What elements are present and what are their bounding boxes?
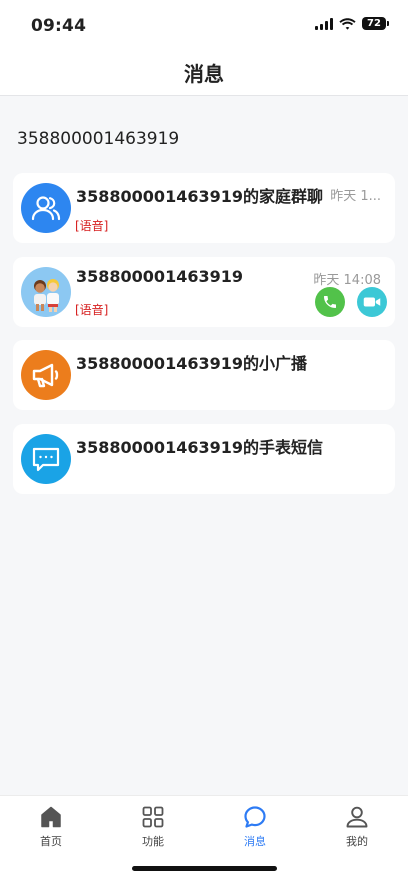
tab-label: 功能	[142, 835, 164, 848]
tab-functions[interactable]: 功能	[123, 804, 183, 849]
conversation-title: 358800001463919	[76, 267, 243, 286]
megaphone-icon	[21, 350, 71, 400]
home-indicator[interactable]	[132, 866, 277, 871]
message-icon	[244, 806, 266, 828]
conversation-title: 358800001463919的手表短信	[76, 438, 323, 457]
battery-indicator: 72	[362, 17, 389, 30]
profile-icon	[346, 806, 368, 828]
conversation-title: 358800001463919的家庭群聊	[76, 187, 323, 206]
tab-label: 消息	[244, 835, 266, 848]
group-icon	[21, 183, 71, 233]
tab-label: 我的	[346, 835, 368, 848]
tab-messages[interactable]: 消息	[225, 804, 285, 849]
tab-label: 首页	[40, 835, 62, 848]
video-camera-icon	[363, 297, 381, 307]
wifi-icon	[339, 17, 356, 30]
conversation-time: 昨天 1...	[330, 189, 381, 204]
kids-avatar	[21, 267, 71, 317]
status-time: 09:44	[31, 16, 87, 36]
last-message-tag: [语音]	[75, 219, 109, 233]
device-id-label: 358800001463919	[17, 129, 180, 149]
voice-call-button[interactable]	[315, 287, 345, 317]
conversation-broadcast[interactable]: 358800001463919的小广播	[13, 340, 395, 410]
conversation-time: 昨天 14:08	[313, 273, 381, 288]
video-call-button[interactable]	[357, 287, 387, 317]
last-message-tag: [语音]	[75, 303, 109, 317]
sms-icon	[21, 434, 71, 484]
home-icon	[41, 806, 61, 828]
nav-header: 消息	[0, 50, 408, 96]
status-icons: 72	[315, 17, 389, 30]
tab-profile[interactable]: 我的	[327, 804, 387, 849]
status-bar: 09:44 72	[0, 0, 408, 50]
page-title: 消息	[184, 62, 224, 86]
conversation-device[interactable]: 358800001463919 [语音] 昨天 14:08	[13, 257, 395, 327]
cellular-signal-icon	[315, 17, 333, 30]
phone-icon	[324, 296, 336, 308]
tab-home[interactable]: 首页	[21, 804, 81, 849]
conversation-family-group[interactable]: 358800001463919的家庭群聊 [语音] 昨天 1...	[13, 173, 395, 243]
grid-icon	[142, 806, 164, 828]
conversation-title: 358800001463919的小广播	[76, 354, 307, 373]
conversation-watch-sms[interactable]: 358800001463919的手表短信	[13, 424, 395, 494]
